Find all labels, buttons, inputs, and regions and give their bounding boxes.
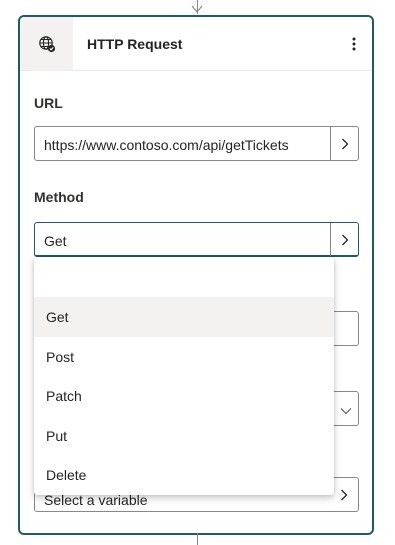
dropdown-option-get[interactable]: Get bbox=[34, 297, 334, 337]
chevron-right-icon bbox=[341, 234, 348, 245]
dropdown-option-post[interactable]: Post bbox=[34, 337, 334, 377]
url-field[interactable]: https://www.contoso.com/api/getTickets bbox=[34, 126, 359, 161]
url-value: https://www.contoso.com/api/getTickets bbox=[44, 137, 289, 153]
method-dropdown-list: Get Post Patch Put Delete bbox=[34, 257, 334, 495]
method-select[interactable]: Get bbox=[34, 222, 359, 257]
more-vertical-icon bbox=[352, 37, 356, 51]
variable-expand-button[interactable] bbox=[330, 478, 358, 511]
chevron-down-icon bbox=[340, 402, 352, 420]
connector-line-bottom bbox=[197, 533, 198, 545]
card-header: HTTP Request bbox=[20, 17, 372, 71]
url-label: URL bbox=[34, 95, 63, 111]
dropdown-option-put[interactable]: Put bbox=[34, 416, 334, 456]
more-options-button[interactable] bbox=[344, 32, 364, 56]
globe-network-icon bbox=[20, 17, 73, 70]
card-title: HTTP Request bbox=[87, 36, 183, 52]
chevron-right-icon bbox=[341, 138, 348, 149]
method-label: Method bbox=[34, 189, 84, 205]
url-expand-button[interactable] bbox=[330, 127, 358, 160]
dropdown-option-patch[interactable]: Patch bbox=[34, 376, 334, 416]
method-expand-button[interactable] bbox=[330, 223, 358, 256]
method-value: Get bbox=[44, 233, 67, 249]
chevron-right-icon bbox=[341, 489, 348, 500]
dropdown-option-delete[interactable]: Delete bbox=[34, 455, 334, 495]
arrow-down-icon bbox=[191, 5, 203, 13]
